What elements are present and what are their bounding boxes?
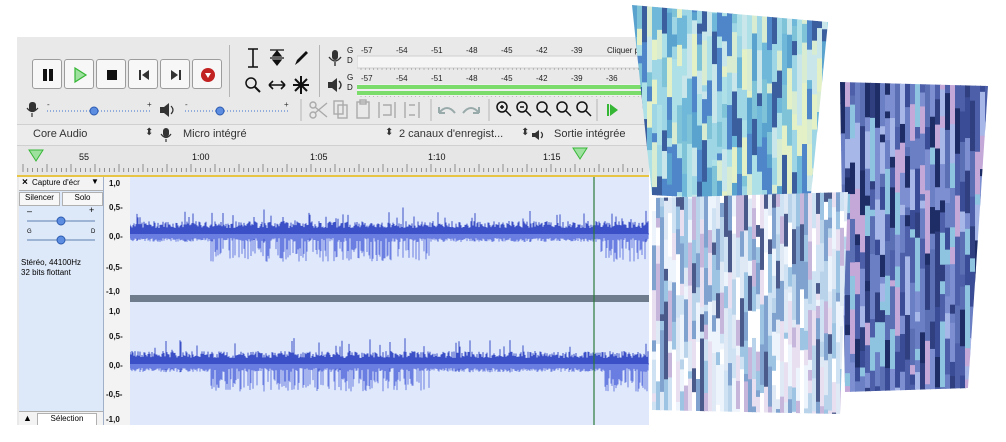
glitch-overlay-images xyxy=(632,5,988,414)
